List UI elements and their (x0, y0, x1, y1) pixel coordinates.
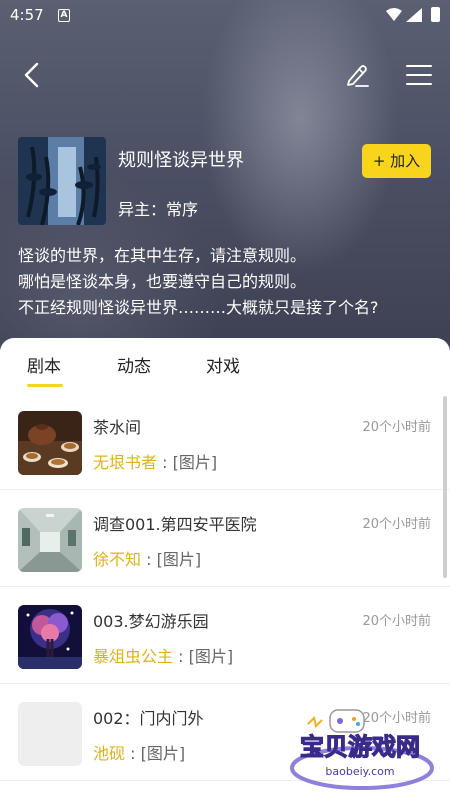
preview-content: [图片] (172, 453, 218, 472)
signal-icon (406, 8, 422, 22)
script-time: 20个小时前 (362, 420, 431, 435)
active-tab-indicator (27, 384, 63, 387)
edit-icon[interactable] (342, 60, 372, 90)
owner-name[interactable]: 常序 (166, 200, 198, 219)
script-title: 002：门内门外 (93, 709, 204, 728)
list-item[interactable]: 茶水间 20个小时前 无垠书者 : [图片] (0, 394, 450, 490)
script-title: 003.梦幻游乐园 (93, 612, 209, 631)
watermark: 宝贝游戏网 baobeiy.com (270, 700, 450, 800)
hospital-corridor-image (18, 508, 82, 572)
preview-separator: : (157, 453, 173, 472)
preview-separator: : (173, 647, 189, 666)
world-title: 规则怪谈异世界 (118, 150, 244, 171)
preview-content: [图片] (156, 550, 202, 569)
script-author[interactable]: 徐不知 (93, 550, 141, 569)
script-preview: 徐不知 : [图片] (93, 546, 201, 570)
script-preview: 暴俎虫公主 : [图片] (93, 643, 233, 667)
description-line: 哪怕是怪谈本身，也要遵守自己的规则。 (18, 272, 307, 291)
preview-content: [图片] (188, 647, 234, 666)
battery-icon (431, 7, 440, 22)
wifi-icon (386, 8, 402, 21)
world-description: 怪谈的世界，在其中生存，请注意规则。 哪怕是怪谈本身，也要遵守自己的规则。 不正… (18, 243, 438, 321)
scrollbar[interactable] (443, 396, 447, 578)
tab-scripts[interactable]: 剧本 (27, 352, 61, 377)
script-author[interactable]: 无垠书者 (93, 453, 157, 472)
tab-roleplay[interactable]: 对戏 (206, 352, 240, 377)
status-bar: 4:57 A (0, 0, 450, 34)
script-title: 调查001.第四安平医院 (93, 515, 257, 534)
preview-content: [图片] (140, 744, 186, 763)
script-preview: 无垠书者 : [图片] (93, 449, 217, 473)
tea-set-image (18, 411, 82, 475)
description-line: 不正经规则怪谈异世界………大概就只是接了个名? (18, 298, 379, 317)
script-author[interactable]: 暴俎虫公主 (93, 647, 173, 666)
menu-icon[interactable] (404, 60, 434, 90)
preview-separator: : (125, 744, 141, 763)
description-line: 怪谈的世界，在其中生存，请注意规则。 (18, 246, 307, 265)
script-preview: 池砚 : [图片] (93, 740, 185, 764)
list-item[interactable]: 调查001.第四安平医院 20个小时前 徐不知 : [图片] (0, 491, 450, 587)
join-button[interactable]: + 加入 (362, 144, 431, 178)
script-time: 20个小时前 (362, 614, 431, 629)
app-notification-icon: A (58, 9, 70, 22)
list-item[interactable]: 003.梦幻游乐园 20个小时前 暴俎虫公主 : [图片] (0, 588, 450, 684)
glowing-tree-image (18, 605, 82, 669)
blank-image (18, 702, 82, 766)
script-title: 茶水间 (93, 418, 142, 437)
script-time: 20个小时前 (362, 517, 431, 532)
preview-separator: : (141, 550, 157, 569)
owner-label: 异主： (118, 200, 167, 219)
tab-bar: 剧本 动态 对戏 (0, 338, 450, 390)
status-time: 4:57 (10, 6, 44, 24)
world-cover-image (18, 137, 106, 225)
watermark-url: baobeiy.com (325, 765, 394, 778)
world-owner: 异主：常序 (118, 196, 198, 220)
tab-activity[interactable]: 动态 (117, 352, 151, 377)
watermark-text: 宝贝游戏网 (300, 733, 420, 761)
back-icon[interactable] (18, 60, 48, 90)
script-author[interactable]: 池砚 (93, 744, 125, 763)
